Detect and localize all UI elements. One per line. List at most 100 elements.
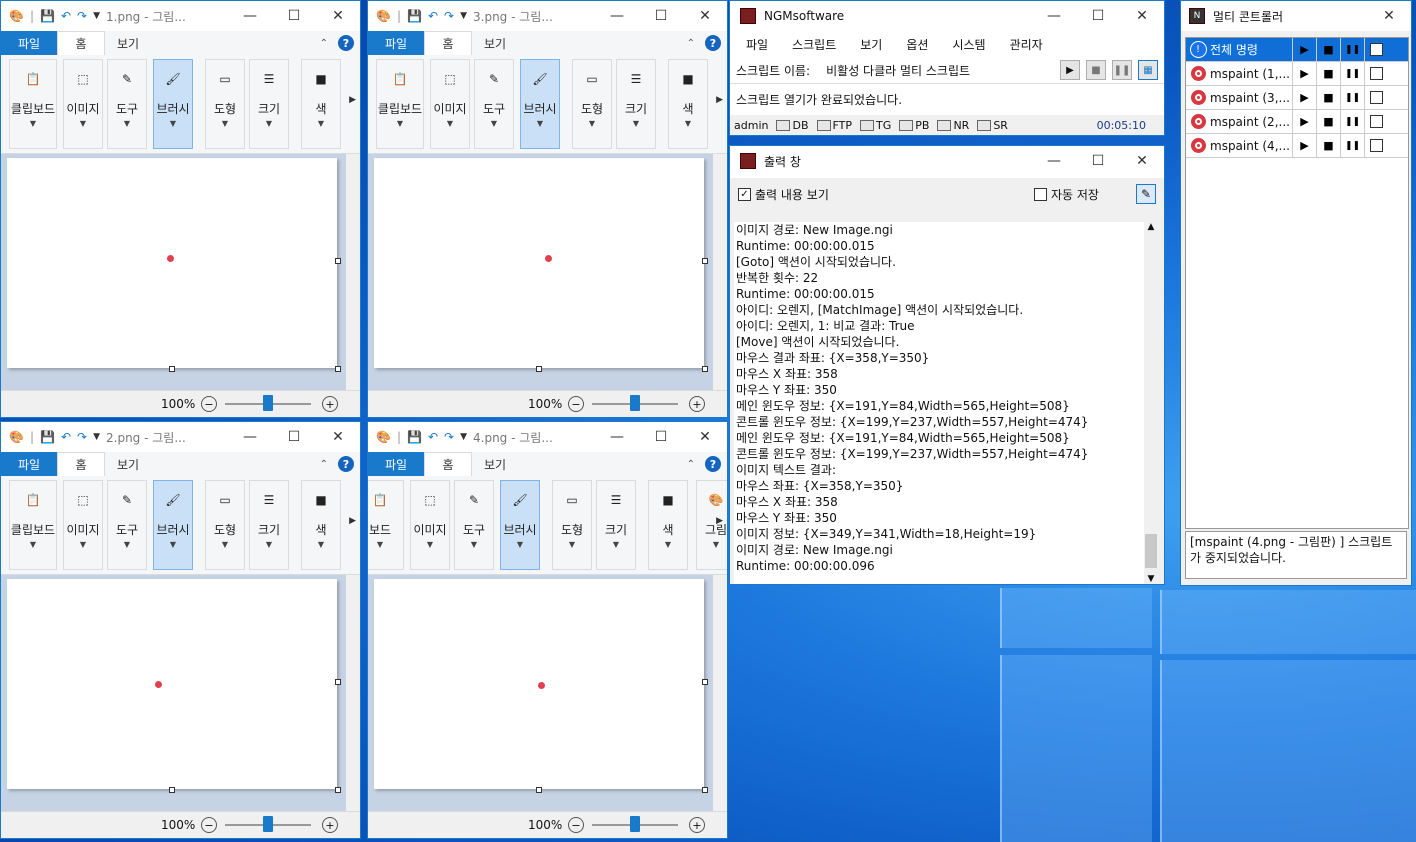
ribbon-group-1[interactable]: ⬚ 이미지 ▼ [63, 480, 103, 570]
show-output-checkbox[interactable]: ✓ 출력 내용 보기 [738, 186, 829, 203]
canvas[interactable] [374, 579, 704, 789]
minimize-button[interactable]: — [595, 422, 639, 452]
scroll-thumb[interactable] [1145, 534, 1157, 568]
maximize-button[interactable]: ☐ [272, 422, 316, 452]
minimize-button[interactable]: — [228, 422, 272, 452]
vertical-scrollbar[interactable] [346, 154, 360, 391]
help-icon[interactable]: ? [338, 456, 354, 472]
resize-handle[interactable] [169, 787, 175, 793]
maximize-button[interactable]: ☐ [1076, 1, 1120, 31]
play-icon[interactable]: ▶ [1292, 62, 1316, 85]
menu-options[interactable]: 옵션 [906, 36, 928, 53]
scroll-down-icon[interactable]: ▼ [1144, 574, 1158, 584]
ribbon-group-6[interactable]: ■ 색 ▼ [648, 480, 688, 570]
collapse-ribbon-icon[interactable]: ⌃ [320, 459, 328, 470]
help-icon[interactable]: ? [338, 35, 354, 51]
menu-system[interactable]: 시스템 [952, 36, 985, 53]
resize-handle[interactable] [536, 366, 542, 372]
pause-icon[interactable]: ❚❚ [1340, 38, 1364, 61]
play-icon[interactable]: ▶ [1292, 38, 1316, 61]
resize-handle[interactable] [169, 366, 175, 372]
ribbon-group-3[interactable]: 🖌 브러시 ▼ [153, 59, 193, 149]
ribbon-scroll-right-icon[interactable]: ▶ [349, 95, 356, 105]
ribbon-group-2[interactable]: ✎ 도구 ▼ [107, 480, 147, 570]
close-button[interactable]: ✕ [1367, 1, 1411, 31]
help-icon[interactable]: ? [705, 456, 721, 472]
ribbon-group-6[interactable]: ■ 색 ▼ [668, 59, 708, 149]
vertical-scrollbar[interactable] [713, 575, 727, 812]
resize-handle[interactable] [702, 787, 708, 793]
tab-view[interactable]: 보기 [472, 452, 518, 476]
ribbon-group-2[interactable]: ✎ 도구 ▼ [474, 59, 514, 149]
save-icon[interactable]: 💾 [40, 430, 55, 444]
zoom-in-button[interactable]: + [689, 396, 705, 412]
ribbon-group-2[interactable]: ✎ 도구 ▼ [107, 59, 147, 149]
ribbon-group-0[interactable]: 📋 클립보드 ▼ [9, 480, 57, 570]
undo-icon[interactable]: ↶ [61, 430, 71, 444]
stop-icon[interactable]: ■ [1316, 110, 1340, 133]
pause-icon[interactable]: ❚❚ [1340, 62, 1364, 85]
client-row[interactable]: mspaint (1,... ▶ ■ ❚❚ [1186, 62, 1408, 86]
stop-icon[interactable]: ■ [1316, 62, 1340, 85]
ribbon-group-3[interactable]: 🖌 브러시 ▼ [500, 480, 540, 570]
ribbon-group-6[interactable]: ■ 색 ▼ [301, 480, 341, 570]
resize-handle[interactable] [335, 258, 341, 264]
redo-icon[interactable]: ↷ [77, 9, 87, 23]
customize-quick-access-icon[interactable]: ▼ [93, 11, 100, 21]
ribbon-group-3[interactable]: 🖌 브러시 ▼ [520, 59, 560, 149]
close-button[interactable]: ✕ [683, 1, 727, 31]
ribbon-group-0[interactable]: 📋 클립보드 ▼ [9, 59, 57, 149]
menu-view[interactable]: 보기 [860, 36, 882, 53]
tab-file[interactable]: 파일 [368, 452, 424, 476]
resize-handle[interactable] [335, 787, 341, 793]
undo-icon[interactable]: ↶ [428, 9, 438, 23]
pause-icon[interactable]: ❚❚ [1340, 110, 1364, 133]
canvas[interactable] [374, 158, 704, 368]
ribbon-group-1[interactable]: ⬚ 이미지 ▼ [410, 480, 450, 570]
resize-handle[interactable] [536, 787, 542, 793]
menu-admin[interactable]: 관리자 [1010, 36, 1043, 53]
zoom-in-button[interactable]: + [322, 817, 338, 833]
ribbon-group-5[interactable]: ☰ 크기 ▼ [596, 480, 636, 570]
ribbon-group-7[interactable]: 🎨 그림 ▼ [696, 480, 727, 570]
close-button[interactable]: ✕ [683, 422, 727, 452]
ribbon-group-5[interactable]: ☰ 크기 ▼ [616, 59, 656, 149]
tab-file[interactable]: 파일 [368, 31, 424, 55]
stop-icon[interactable]: ■ [1316, 38, 1340, 61]
stop-icon[interactable]: ■ [1316, 134, 1340, 157]
ribbon-group-2[interactable]: ✎ 도구 ▼ [454, 480, 494, 570]
zoom-out-button[interactable]: − [568, 396, 584, 412]
customize-quick-access-icon[interactable]: ▼ [460, 11, 467, 21]
canvas[interactable] [7, 579, 337, 789]
ribbon-group-5[interactable]: ☰ 크기 ▼ [249, 59, 289, 149]
close-button[interactable]: ✕ [316, 1, 360, 31]
ribbon-scroll-right-icon[interactable]: ▶ [716, 95, 723, 105]
select-checkbox[interactable] [1364, 134, 1388, 157]
collapse-ribbon-icon[interactable]: ⌃ [687, 38, 695, 49]
zoom-slider-thumb[interactable] [263, 816, 273, 832]
ribbon-group-1[interactable]: ⬚ 이미지 ▼ [63, 59, 103, 149]
zoom-out-button[interactable]: − [568, 817, 584, 833]
resize-handle[interactable] [702, 679, 708, 685]
minimize-button[interactable]: — [1032, 1, 1076, 31]
minimize-button[interactable]: — [595, 1, 639, 31]
close-button[interactable]: ✕ [316, 422, 360, 452]
grid-icon[interactable]: ▦ [1138, 60, 1158, 80]
collapse-ribbon-icon[interactable]: ⌃ [320, 38, 328, 49]
scroll-up-icon[interactable]: ▲ [1144, 222, 1158, 232]
maximize-button[interactable]: ☐ [639, 1, 683, 31]
clear-output-icon[interactable]: ✎ [1136, 184, 1156, 204]
menu-script[interactable]: 스크립트 [792, 36, 836, 53]
ribbon-scroll-right-icon[interactable]: ▶ [716, 516, 723, 526]
zoom-out-button[interactable]: − [201, 817, 217, 833]
help-icon[interactable]: ? [705, 35, 721, 51]
save-icon[interactable]: 💾 [407, 9, 422, 23]
client-row[interactable]: mspaint (2,... ▶ ■ ❚❚ [1186, 110, 1408, 134]
ribbon-group-4[interactable]: ▭ 도형 ▼ [552, 480, 592, 570]
tab-file[interactable]: 파일 [1, 31, 57, 55]
ribbon-group-0[interactable]: 📋 클립보드 ▼ [376, 59, 424, 149]
canvas[interactable] [7, 158, 337, 368]
zoom-slider-thumb[interactable] [630, 395, 640, 411]
resize-handle[interactable] [335, 366, 341, 372]
ribbon-group-5[interactable]: ☰ 크기 ▼ [249, 480, 289, 570]
